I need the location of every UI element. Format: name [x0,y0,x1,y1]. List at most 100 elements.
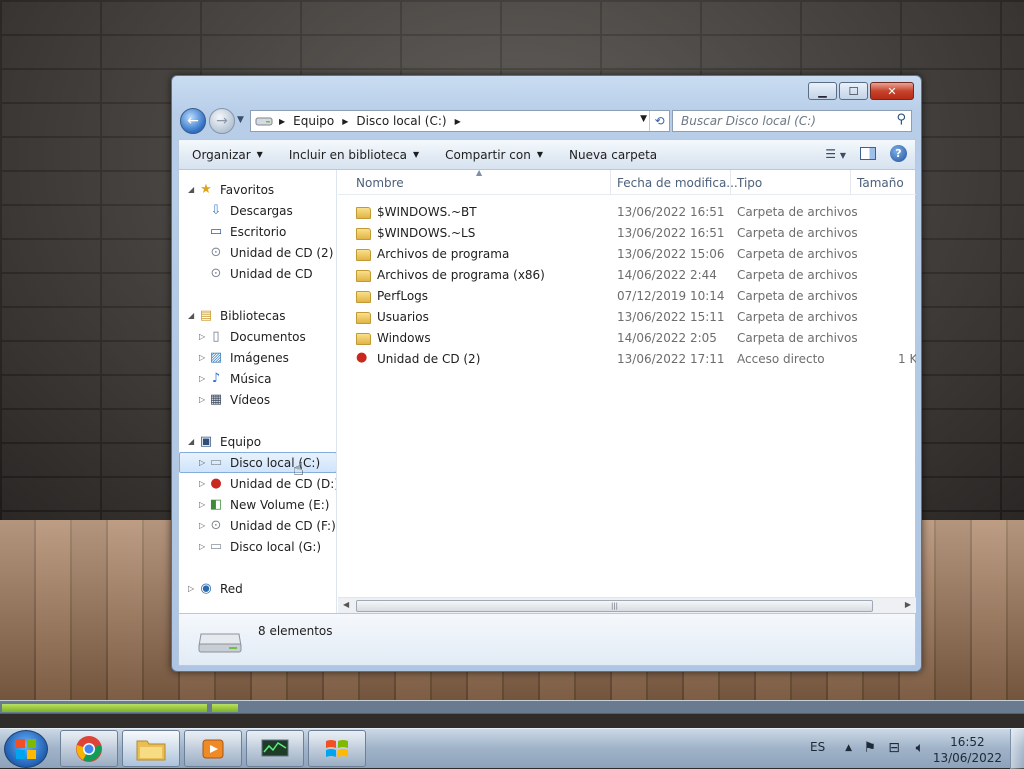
magnifier-icon[interactable]: ⚲ [896,112,906,127]
tree-item-volume-e[interactable]: ▷ ◧ New Volume (E:) [179,494,336,515]
language-indicator[interactable]: ES [810,740,825,754]
taskbar-windows-setup[interactable] [308,730,366,767]
taskbar-task-manager[interactable] [246,730,304,767]
tree-item-disk-g[interactable]: ▷ ▭ Disco local (G:) [179,536,336,557]
tree-item-downloads[interactable]: ⇩ Descargas [179,200,336,221]
table-row[interactable]: Windows 14/06/2022 2:05 Carpeta de archi… [338,328,916,349]
video-icon: ▦ [209,392,223,407]
scroll-right-icon[interactable]: ▶ [905,600,911,609]
progress-segment [212,704,238,712]
organize-label: Organizar [192,147,251,162]
show-desktop-button[interactable] [1010,729,1024,769]
network-status-icon[interactable]: ⊟ [888,740,900,756]
back-button[interactable]: ← [180,108,206,134]
tree-computer[interactable]: ◢ ▣ Equipo [179,431,336,452]
star-icon: ★ [200,182,212,197]
folder-icon [136,740,166,760]
hard-drive-icon [255,117,273,126]
table-row[interactable]: Usuarios 13/06/2022 15:11 Carpeta de arc… [338,307,916,328]
column-divider[interactable] [850,170,851,195]
scroll-left-icon[interactable]: ◀ [343,600,349,609]
show-hidden-icons-icon[interactable]: ▲ [845,743,852,753]
search-input[interactable] [679,113,889,129]
table-row[interactable]: $WINDOWS.~BT 13/06/2022 16:51 Carpeta de… [338,202,916,223]
tree-item-images[interactable]: ▷ ▨ Imágenes [179,347,336,368]
collapse-icon[interactable]: ◢ [188,185,198,194]
refresh-icon[interactable]: ⟲ [649,111,669,131]
tree-item-disk-c[interactable]: ▷ ▭ Disco local (C:) [179,452,336,473]
content-area: ◢ ★ Favoritos ⇩ Descargas ▭ Escritorio ⊙… [178,170,916,614]
folder-icon [356,226,372,240]
table-row[interactable]: ● Unidad de CD (2) 13/06/2022 17:11 Acce… [338,349,916,370]
organize-menu[interactable]: Organizar ▼ [179,148,276,162]
close-button[interactable]: ✕ [870,82,914,100]
column-divider[interactable] [730,170,731,195]
column-size[interactable]: Tamaño [857,176,904,190]
column-divider[interactable] [610,170,611,195]
address-dropdown-icon[interactable]: ▼ [640,114,647,124]
recent-pages-chevron-icon[interactable]: ▼ [237,115,244,125]
clock[interactable]: 16:52 13/06/2022 [933,734,1002,766]
breadcrumb-disco-c[interactable]: Disco local (C:) [356,114,446,128]
cd-drive-icon: ⊙ [210,266,222,281]
chevron-down-icon: ▼ [536,150,543,159]
taskbar-media-player[interactable] [184,730,242,767]
clock-date: 13/06/2022 [932,751,1002,765]
search-box[interactable]: ⚲ [672,110,912,132]
scrollbar-thumb[interactable]: ||| [356,600,873,612]
column-date[interactable]: Fecha de modifica... [617,176,738,190]
column-name[interactable]: Nombre [356,176,404,190]
tree-item-documents[interactable]: ▷ ▯ Documentos [179,326,336,347]
tree-item-cd-d[interactable]: ▷ ● Unidad de CD (D:) A [179,473,336,494]
maximize-button[interactable]: ☐ [839,82,868,100]
include-library-menu[interactable]: Incluir en biblioteca ▼ [276,148,432,162]
taskbar-chrome[interactable] [60,730,118,767]
tree-item-cd2[interactable]: ⊙ Unidad de CD (2) [179,242,336,263]
preview-pane-icon[interactable] [860,147,876,160]
file-type: Carpeta de archivos [737,205,858,219]
windows-logo-icon [16,739,36,759]
expand-icon[interactable]: ▷ [188,584,198,593]
breadcrumb-separator-icon[interactable]: ▶ [455,117,461,126]
file-name: Archivos de programa [377,247,510,261]
tree-libraries[interactable]: ◢ ▤ Bibliotecas [179,305,336,326]
tree-item-desktop[interactable]: ▭ Escritorio [179,221,336,242]
collapse-icon[interactable]: ◢ [188,437,198,446]
explorer-window[interactable]: ▁ ☐ ✕ ← → ▼ ▶ Equipo ▶ Disco local (C:) … [171,75,922,672]
table-row[interactable]: Archivos de programa 13/06/2022 15:06 Ca… [338,244,916,265]
start-button[interactable] [4,730,48,768]
table-row[interactable]: Archivos de programa (x86) 14/06/2022 2:… [338,265,916,286]
share-menu[interactable]: Compartir con ▼ [432,148,556,162]
collapse-icon[interactable]: ◢ [188,311,198,320]
tree-item-label: New Volume (E:) [230,497,330,512]
file-date: 13/06/2022 17:11 [617,352,725,366]
tree-item-cd[interactable]: ⊙ Unidad de CD [179,263,336,284]
navigation-pane: ◢ ★ Favoritos ⇩ Descargas ▭ Escritorio ⊙… [179,170,337,613]
table-row[interactable]: PerfLogs 07/12/2019 10:14 Carpeta de arc… [338,286,916,307]
help-icon[interactable]: ? [890,145,907,162]
command-bar: Organizar ▼ Incluir en biblioteca ▼ Comp… [178,139,916,170]
tree-item-videos[interactable]: ▷ ▦ Vídeos [179,389,336,410]
file-type: Carpeta de archivos [737,247,858,261]
column-type[interactable]: Tipo [737,176,762,190]
address-bar[interactable]: ▶ Equipo ▶ Disco local (C:) ▶ ▼ ⟲ [250,110,670,132]
tree-item-cd-f[interactable]: ▷ ⊙ Unidad de CD (F:) [179,515,336,536]
file-date: 13/06/2022 16:51 [617,205,725,219]
breadcrumb-separator-icon[interactable]: ▶ [279,117,285,126]
hard-drive-icon: ▭ [209,539,223,554]
taskbar-explorer[interactable] [122,730,180,767]
new-folder-button[interactable]: Nueva carpeta [556,148,670,162]
horizontal-scrollbar[interactable]: ◀ ||| ▶ [338,597,916,613]
tree-favorites[interactable]: ◢ ★ Favoritos [179,179,336,200]
forward-button[interactable]: → [209,108,235,134]
breadcrumb-separator-icon[interactable]: ▶ [342,117,348,126]
view-options-icon[interactable]: ☰ ▼ [825,147,846,161]
tree-item-label: Disco local (C:) [230,455,321,470]
minimize-button[interactable]: ▁ [808,82,837,100]
volume-muted-icon[interactable]: 🔈︎ [916,740,924,756]
table-row[interactable]: $WINDOWS.~LS 13/06/2022 16:51 Carpeta de… [338,223,916,244]
breadcrumb-equipo[interactable]: Equipo [293,114,334,128]
tree-network[interactable]: ▷ ◉ Red [179,578,336,599]
tree-item-music[interactable]: ▷ ♪ Música [179,368,336,389]
action-center-flag-icon[interactable]: ⚑ [863,740,876,756]
